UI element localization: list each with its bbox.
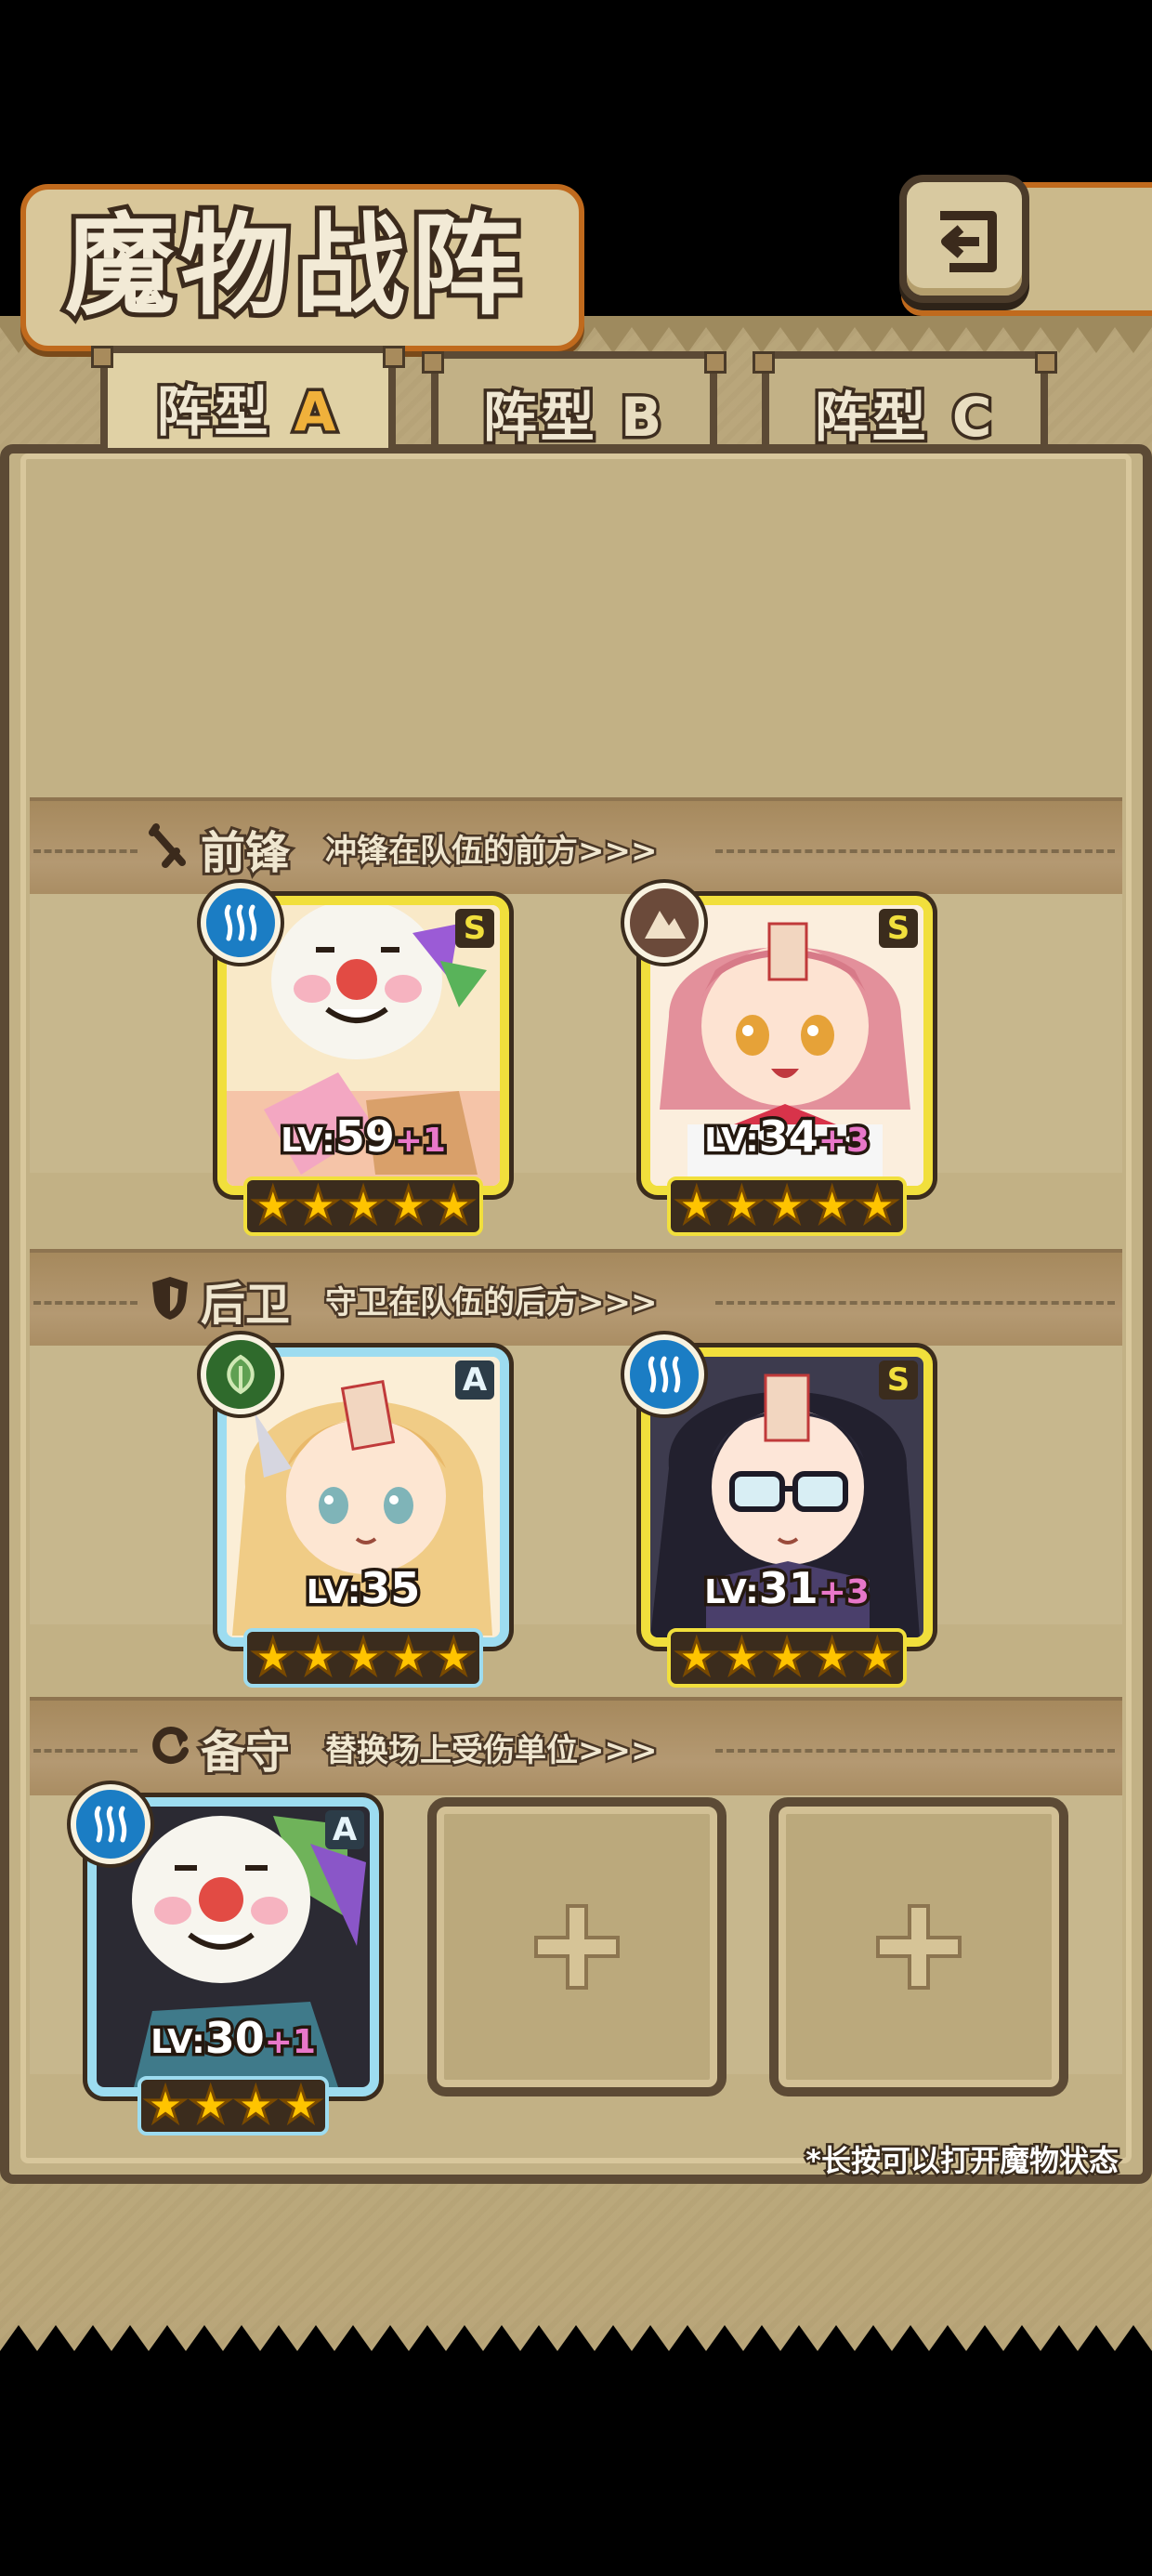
star-icon: ★ (809, 1178, 856, 1234)
star-icon: ★ (233, 2078, 280, 2134)
bolt-icon (383, 346, 405, 368)
shield-icon (152, 1277, 188, 1320)
star-icon: ★ (142, 2078, 189, 2134)
long-press-hint: *长按可以打开魔物状态 (804, 2141, 1121, 2181)
unit-level: LV:59+1 (278, 1109, 450, 1165)
water-element-icon (71, 1784, 151, 1864)
empty-reserve-slot-2[interactable] (427, 1797, 727, 2096)
tab-formation-a[interactable]: 阵型 A (91, 346, 405, 448)
star-icon: ★ (188, 2078, 234, 2134)
section-subtitle: 守卫在队伍的后方>>> (322, 1282, 659, 1324)
tab-formation-b[interactable]: 阵型 B (422, 351, 727, 453)
section-title: 前锋 (198, 824, 293, 882)
divider (33, 849, 137, 853)
star-icon: ★ (719, 1178, 766, 1234)
divider (715, 1301, 1115, 1305)
rank-badge: A (455, 1360, 494, 1400)
rank-badge: A (325, 1810, 364, 1849)
star-icon: ★ (386, 1178, 432, 1234)
water-element-icon (624, 1334, 704, 1414)
unit-level: LV:35 (303, 1560, 424, 1617)
section-subtitle: 替换场上受伤单位>>> (322, 1730, 659, 1772)
star-icon: ★ (295, 1178, 342, 1234)
divider (33, 1749, 137, 1753)
plus-icon (876, 1904, 962, 1990)
earth-element-icon (624, 883, 704, 963)
rank-badge: S (879, 1360, 918, 1400)
back-button[interactable] (899, 175, 1029, 303)
divider (715, 1749, 1115, 1753)
star-icon: ★ (674, 1630, 720, 1686)
star-rating: ★ ★ ★ ★ (137, 2076, 329, 2136)
return-arrow-icon (940, 211, 997, 272)
refresh-icon (152, 1727, 189, 1764)
section-title: 后卫 (198, 1276, 293, 1334)
star-icon: ★ (674, 1178, 720, 1234)
zigzag-border-bottom (0, 2325, 1152, 2362)
back-row (30, 1346, 1122, 1624)
section-subtitle: 冲锋在队伍的前方>>> (322, 831, 659, 873)
tab-formation-c[interactable]: 阵型 C (753, 351, 1057, 453)
tab-label: 阵型 C (811, 383, 996, 453)
bolt-icon (753, 351, 775, 374)
page-title: 魔物战阵 (60, 196, 527, 335)
water-element-icon (201, 883, 281, 963)
star-icon: ★ (295, 1630, 342, 1686)
divider (33, 1301, 137, 1305)
star-rating: ★ ★ ★ ★ ★ (667, 1176, 907, 1236)
plus-icon (534, 1904, 620, 1990)
star-icon: ★ (854, 1178, 900, 1234)
grass-element-icon (201, 1334, 281, 1414)
empty-reserve-slot-3[interactable] (769, 1797, 1068, 2096)
star-icon: ★ (430, 1630, 477, 1686)
star-icon: ★ (764, 1630, 810, 1686)
bolt-icon (422, 351, 444, 374)
divider (715, 849, 1115, 853)
star-icon: ★ (430, 1178, 477, 1234)
star-icon: ★ (340, 1630, 386, 1686)
star-icon: ★ (719, 1630, 766, 1686)
section-title: 备守 (198, 1724, 293, 1781)
star-rating: ★ ★ ★ ★ ★ (243, 1628, 483, 1688)
star-icon: ★ (340, 1178, 386, 1234)
star-icon: ★ (250, 1178, 296, 1234)
star-icon: ★ (809, 1630, 856, 1686)
rank-badge: S (879, 909, 918, 948)
star-icon: ★ (854, 1630, 900, 1686)
star-icon: ★ (386, 1630, 432, 1686)
rank-badge: S (455, 909, 494, 948)
star-icon: ★ (278, 2078, 324, 2134)
tab-label: 阵型 A (153, 377, 340, 447)
star-icon: ★ (764, 1178, 810, 1234)
star-rating: ★ ★ ★ ★ ★ (243, 1176, 483, 1236)
sword-icon (149, 823, 186, 868)
unit-level: LV:31+3 (701, 1560, 873, 1617)
bolt-icon (704, 351, 727, 374)
bolt-icon (1035, 351, 1057, 374)
tab-label: 阵型 B (479, 383, 666, 453)
star-rating: ★ ★ ★ ★ ★ (667, 1628, 907, 1688)
bolt-icon (91, 346, 113, 368)
star-icon: ★ (250, 1630, 296, 1686)
front-row (30, 894, 1122, 1173)
unit-level: LV:30+1 (148, 2010, 320, 2067)
unit-level: LV:34+3 (701, 1109, 873, 1165)
